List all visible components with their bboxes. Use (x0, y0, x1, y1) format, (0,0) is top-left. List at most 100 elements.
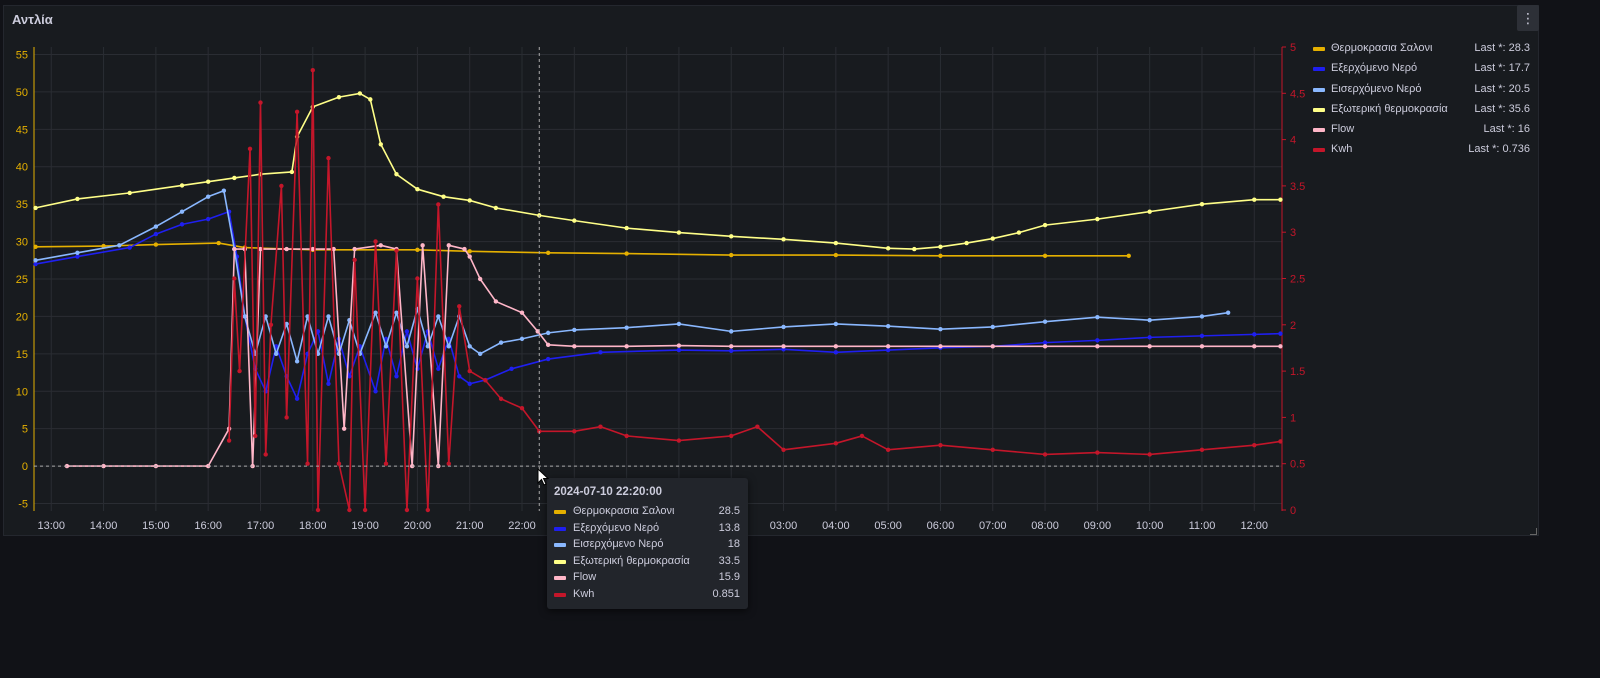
data-point (1095, 450, 1100, 455)
data-point (226, 438, 232, 443)
data-point (383, 344, 389, 349)
data-point (1042, 222, 1048, 228)
legend-item[interactable]: Εξωτερική θερμοκρασία Last *: 35.6 (1308, 100, 1530, 120)
data-point (833, 240, 839, 246)
series-Kwh (226, 67, 1283, 513)
data-point (1199, 344, 1205, 349)
x-tick-label: 06:00 (927, 520, 955, 532)
data-point (179, 183, 185, 188)
series-line (228, 69, 1281, 511)
data-point (1252, 332, 1257, 337)
legend-item[interactable]: Εξερχόμενο Νερό Last *: 17.7 (1308, 59, 1530, 79)
resize-handle-icon[interactable] (1530, 528, 1537, 535)
x-tick-label: 13:00 (37, 520, 65, 532)
data-point (938, 442, 943, 448)
data-point (572, 344, 577, 349)
data-point (378, 243, 383, 248)
data-point (755, 424, 760, 429)
data-point (990, 324, 995, 330)
data-point (519, 310, 525, 315)
tooltip-row: Εισερχόμενο Νερό 18 (554, 537, 740, 553)
data-point (729, 348, 734, 354)
data-point (1147, 335, 1152, 340)
data-point (394, 248, 399, 253)
legend-last-value: Last *: 28.3 (1474, 42, 1530, 54)
legend-swatch (1313, 128, 1325, 133)
legend-name: Εξωτερική θερμοκρασία (1331, 102, 1448, 115)
data-point (1147, 209, 1152, 214)
data-point (990, 236, 995, 241)
data-point (33, 258, 38, 263)
legend-last-value: Last *: 16 (1483, 123, 1530, 136)
data-point (305, 461, 310, 466)
data-point (273, 351, 279, 357)
legend: Θερμοκρασια Σαλονι Last *: 28.3 Εξερχόμενο… (1308, 39, 1530, 161)
y-left-tick-label: 50 (16, 87, 28, 99)
legend-item[interactable]: Kwh Last *: 0.736 (1308, 140, 1530, 160)
x-tick-label: 11:00 (1189, 520, 1216, 532)
tooltip-series-name: Flow (573, 571, 597, 583)
data-point (179, 209, 185, 214)
data-point (326, 381, 331, 386)
tooltip-series-value: 33.5 (718, 554, 740, 567)
data-point (545, 356, 551, 362)
x-tick-label: 17:00 (247, 520, 275, 532)
data-point (624, 325, 629, 330)
data-point (352, 246, 357, 252)
data-point (1095, 338, 1100, 343)
hover-tooltip: 2024-07-10 22:20:00 Θερμοκρασια Σαλονι 28… (547, 478, 748, 609)
data-point (1147, 452, 1152, 457)
data-point (1147, 344, 1152, 349)
legend-item[interactable]: Flow Last *: 16 (1308, 120, 1530, 140)
data-point (676, 343, 682, 348)
data-point (153, 224, 159, 229)
tooltip-time: 2024-07-10 22:20:00 (554, 486, 663, 498)
y-left-tick-label: 45 (16, 124, 28, 136)
y-left-tick-label: 15 (16, 349, 28, 361)
legend-name: Θερμοκρασια Σαλονι (1331, 42, 1433, 54)
data-point (1095, 344, 1100, 349)
data-point (1252, 197, 1257, 202)
data-point (127, 190, 132, 196)
data-point (294, 109, 300, 115)
data-point (545, 250, 551, 256)
data-point (885, 246, 891, 251)
data-point (33, 261, 38, 267)
data-point (729, 329, 734, 334)
series-Εξερχόμενο Νερό (33, 209, 1283, 401)
data-point (284, 246, 289, 252)
series-Εισερχόμενο Νερό (33, 188, 1231, 364)
data-point (519, 336, 525, 342)
tooltip-row: Θερμοκρασια Σαλονι 28.5 (554, 504, 740, 520)
y-left-tick-label: 25 (16, 274, 28, 286)
series-line (35, 92, 1281, 250)
x-tick-label: 16:00 (194, 520, 222, 532)
data-point (362, 507, 368, 513)
tooltip-series-name: Θερμοκρασια Σαλονι (573, 505, 675, 517)
data-point (153, 231, 159, 237)
data-point (598, 350, 603, 355)
data-point (676, 230, 682, 235)
x-tick-label: 08:00 (1031, 520, 1059, 532)
data-point (404, 507, 410, 513)
data-point (462, 246, 467, 252)
data-point (938, 326, 943, 332)
data-point (1095, 216, 1100, 222)
data-point (498, 396, 504, 402)
data-point (572, 429, 577, 434)
data-point (446, 243, 451, 248)
legend-item[interactable]: Θερμοκρασια Σαλονι Last *: 28.3 (1308, 39, 1530, 59)
legend-name: Flow (1331, 123, 1355, 136)
data-point (258, 100, 263, 105)
data-point (483, 378, 488, 383)
y-right-tick-label: 1.5 (1290, 366, 1305, 378)
data-point (885, 347, 891, 353)
data-point (294, 359, 300, 364)
tooltip-series-value: 18 (727, 538, 740, 550)
x-tick-label: 09:00 (1084, 520, 1112, 532)
data-point (205, 216, 211, 222)
data-point (232, 246, 237, 252)
legend-item[interactable]: Εισερχόμενο Νερό Last *: 20.5 (1308, 80, 1530, 100)
tooltip-row: Εξωτερική θερμοκρασία 33.5 (554, 554, 740, 570)
y-right-tick-label: 4 (1290, 135, 1296, 147)
